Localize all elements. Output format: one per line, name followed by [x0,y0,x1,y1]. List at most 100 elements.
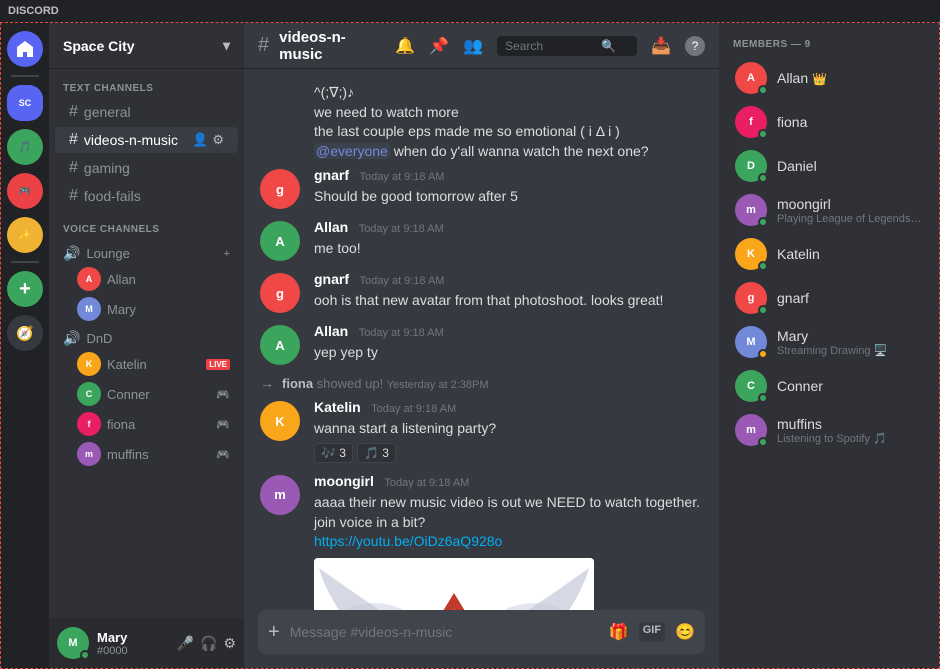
member-item-muffins[interactable]: m muffins Listening to Spotify 🎵 [727,408,931,452]
member-item-katelin[interactable]: K Katelin [727,232,931,276]
user-panel: M Mary #0000 🎤 🎧 ⚙ [49,618,244,668]
channel-item-gaming[interactable]: # gaming [55,155,238,181]
voice-member-fiona[interactable]: f fiona 🎮 [49,409,244,439]
input-area: + 🎁 GIF 😊 [244,610,719,668]
online-dot [758,217,768,227]
message-text: ooh is that new avatar from that photosh… [314,291,703,311]
mic-button[interactable]: 🎤 [177,635,194,652]
voice-channel-lounge[interactable]: 🔊 Lounge + [49,239,244,264]
channel-item-food-fails[interactable]: # food-fails [55,183,238,209]
emoji-icon[interactable]: 😊 [675,622,695,642]
member-name-katelin: Katelin [777,246,923,262]
youtube-link[interactable]: https://youtu.be/OiDz6aQ928o [314,533,502,549]
message-item: ^(;∇;)♪ we need to watch more the last c… [244,79,719,163]
channel-item-general[interactable]: # general [55,99,238,125]
video-thumbnail: BEAK [314,558,594,610]
input-action-icons: 🎁 GIF 😊 [609,622,695,642]
member-item-gnarf[interactable]: g gnarf [727,276,931,320]
server-icon-2[interactable]: 🎵 [7,129,43,165]
server-icon-4[interactable]: ✨ [7,217,43,253]
gift-icon[interactable]: 🎁 [609,622,629,642]
server-icon-sc[interactable]: SC [7,85,43,121]
text-channels-label: TEXT CHANNELS [49,69,244,98]
member-name-conner: Conner [777,378,923,394]
mini-avatar-katelin: K [77,352,101,376]
search-bar[interactable]: 🔍 [497,36,637,56]
voice-member-name-mary: Mary [107,302,136,317]
chat-area: # videos-n-music 🔔 📌 👥 🔍 📥 ? ^(;∇;)♪ we … [244,23,719,668]
message-text-input[interactable] [290,624,599,640]
reaction-btn[interactable]: 🎵 3 [357,443,396,463]
attach-button[interactable]: + [268,621,280,644]
help-icon[interactable]: ? [685,36,705,56]
user-avatar: M [57,627,89,659]
members-icon[interactable]: 👥 [463,36,483,56]
channel-title: videos-n-music [279,29,385,63]
header-icons: 🔔 📌 👥 🔍 📥 ? [395,36,705,56]
search-input[interactable] [505,39,595,53]
message-content: gnarf Today at 9:18 AM Should be good to… [314,167,703,207]
member-avatar-moongirl: m [735,194,767,226]
live-badge: LIVE [206,359,230,370]
bell-icon[interactable]: 🔔 [395,36,415,56]
inbox-icon[interactable]: 📥 [651,36,671,56]
message-content: gnarf Today at 9:18 AM ooh is that new a… [314,271,703,311]
member-item-fiona[interactable]: f fiona [727,100,931,144]
channel-item-videos-n-music[interactable]: # videos-n-music 👤 ⚙ [55,127,238,153]
panel-action-icons: 🎤 🎧 ⚙ [177,635,236,652]
message-text: wanna start a listening party? [314,419,703,439]
member-item-conner[interactable]: C Conner [727,364,931,408]
user-settings-button[interactable]: ⚙ [223,635,236,652]
hash-icon: # [69,103,78,121]
message-time: Today at 9:18 AM [359,223,444,235]
voice-member-mary[interactable]: M Mary [49,294,244,324]
message-author: moongirl [314,473,374,489]
home-button[interactable] [7,31,43,67]
member-item-daniel[interactable]: D Daniel [727,144,931,188]
join-icon: → [260,375,274,391]
server-icon-3[interactable]: 🎮 [7,173,43,209]
pin-icon[interactable]: 📌 [429,36,449,56]
member-item-moongirl[interactable]: m moongirl Playing League of Legends 🎮 [727,188,931,232]
member-status-muffins: Listening to Spotify 🎵 [777,432,923,445]
member-avatar-allan: A [735,62,767,94]
message-text: aaaa their new music video is out we NEE… [314,493,703,552]
voice-member-allan[interactable]: A Allan [49,264,244,294]
user-icon[interactable]: 👤 [192,132,208,148]
voice-member-conner[interactable]: C Conner 🎮 [49,379,244,409]
conner-icons: 🎮 [216,388,230,401]
member-avatar-fiona: f [735,106,767,138]
member-item-allan[interactable]: A Allan 👑 [727,56,931,100]
message-author: Allan [314,219,348,235]
message-time: Today at 9:18 AM [371,403,456,415]
add-server-button[interactable]: + [7,271,43,307]
add-voice-icon[interactable]: + [224,248,230,260]
settings-icon[interactable]: ⚙ [212,132,224,148]
headphones-button[interactable]: 🎧 [200,635,217,652]
voice-member-muffins[interactable]: m muffins 🎮 [49,439,244,469]
voice-member-name-fiona: fiona [107,417,135,432]
gif-icon[interactable]: GIF [639,622,665,642]
chat-header: # videos-n-music 🔔 📌 👥 🔍 📥 ? [244,23,719,69]
system-text: fiona showed up! Yesterday at 2:38PM [282,376,489,391]
online-dot [758,305,768,315]
messages-container: ^(;∇;)♪ we need to watch more the last c… [244,69,719,610]
online-dot [758,173,768,183]
message-item: g gnarf Today at 9:18 AM Should be good … [244,163,719,213]
voice-member-katelin[interactable]: K Katelin LIVE [49,349,244,379]
message-content: Katelin Today at 9:18 AM wanna start a l… [314,399,703,463]
member-item-mary[interactable]: M Mary Streaming Drawing 🖥️ [727,320,931,364]
mini-avatar-fiona-voice: f [77,412,101,436]
video-embed[interactable]: BEAK [314,558,594,610]
member-info: Katelin [777,246,923,262]
message-time: Today at 9:18 AM [359,171,444,183]
explore-button[interactable]: 🧭 [7,315,43,351]
server-header[interactable]: Space City ▾ [49,23,244,69]
online-dot [758,393,768,403]
member-status-mary: Streaming Drawing 🖥️ [777,344,923,357]
member-info: Daniel [777,158,923,174]
message-author: Katelin [314,399,361,415]
reaction-btn[interactable]: 🎶 3 [314,443,353,463]
voice-channel-dnd[interactable]: 🔊 DnD [49,324,244,349]
member-avatar-gnarf: g [735,282,767,314]
